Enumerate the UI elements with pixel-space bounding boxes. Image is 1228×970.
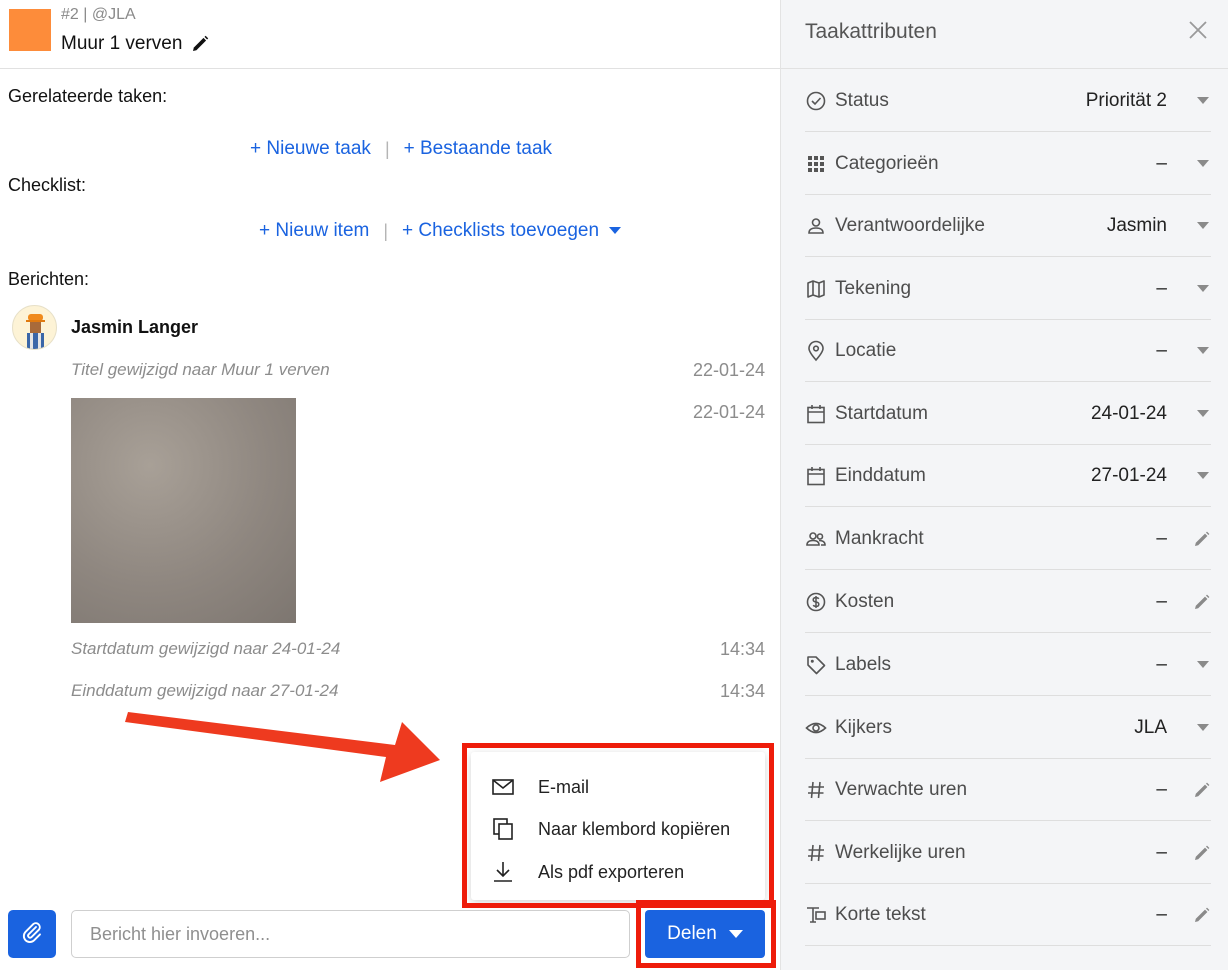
attr-label: Verantwoordelijke xyxy=(835,214,985,236)
hash-icon xyxy=(805,779,827,801)
chevron-down-icon xyxy=(1197,472,1209,479)
attr-value: – xyxy=(1156,590,1167,612)
attr-value: – xyxy=(1156,527,1167,549)
attr-label: Werkelijke uren xyxy=(835,841,966,863)
attr-value: Priorität 2 xyxy=(1085,89,1167,111)
attr-value: Jasmin xyxy=(1106,214,1167,236)
attr-expected-hours[interactable]: Verwachte uren – xyxy=(805,759,1211,821)
attr-value: 24-01-24 xyxy=(1090,402,1167,424)
pencil-icon[interactable] xyxy=(1193,844,1211,862)
attr-actual-hours[interactable]: Werkelijke uren – xyxy=(805,822,1211,884)
divider xyxy=(781,68,1228,69)
calendar-icon xyxy=(805,465,827,487)
location-pin-icon xyxy=(805,340,827,362)
attr-labels[interactable]: Labels – xyxy=(805,634,1211,696)
menu-highlight-box xyxy=(462,743,774,908)
chevron-down-icon xyxy=(1197,97,1209,104)
attr-watchers[interactable]: Kijkers JLA xyxy=(805,697,1211,759)
calendar-icon xyxy=(805,403,827,425)
attr-value: – xyxy=(1156,277,1167,299)
attr-value: – xyxy=(1156,903,1167,925)
chevron-down-icon xyxy=(1197,661,1209,668)
pencil-icon[interactable] xyxy=(1193,593,1211,611)
task-attributes-panel: Taakattributen Status Priorität 2 Catego… xyxy=(780,0,1228,970)
attr-label: Kijkers xyxy=(835,716,893,738)
attr-end-date[interactable]: Einddatum 27-01-24 xyxy=(805,445,1211,507)
task-main-pane: #2 | @JLA Muur 1 verven Gerelateerde tak… xyxy=(0,0,780,970)
attr-label: Labels xyxy=(835,653,891,675)
text-field-icon xyxy=(805,904,827,926)
pencil-icon[interactable] xyxy=(1193,906,1211,924)
attr-label: Verwachte uren xyxy=(835,778,968,800)
attr-value: 27-01-24 xyxy=(1090,464,1167,486)
map-icon xyxy=(805,278,827,300)
attr-manpower[interactable]: Mankracht – xyxy=(805,508,1211,570)
people-icon xyxy=(805,528,827,550)
tag-icon xyxy=(805,654,827,676)
hash-icon xyxy=(805,842,827,864)
attr-label: Mankracht xyxy=(835,527,924,549)
panel-title: Taakattributen xyxy=(805,20,937,43)
pencil-icon[interactable] xyxy=(1193,781,1211,799)
attr-label: Tekening xyxy=(835,277,912,299)
attr-responsible[interactable]: Verantwoordelijke Jasmin xyxy=(805,195,1211,257)
attr-label: Categorieën xyxy=(835,152,939,174)
share-highlight-box xyxy=(636,900,776,968)
attr-label: Korte tekst xyxy=(835,903,926,925)
eye-icon xyxy=(805,717,827,739)
attr-short-text[interactable]: Korte tekst – xyxy=(805,884,1211,946)
message-input[interactable] xyxy=(71,910,630,958)
attr-label: Locatie xyxy=(835,339,897,361)
attr-drawing[interactable]: Tekening – xyxy=(805,258,1211,320)
attr-value: – xyxy=(1156,152,1167,174)
dollar-circle-icon xyxy=(805,591,827,613)
attr-value: JLA xyxy=(1134,716,1167,738)
attr-label: Einddatum xyxy=(835,464,926,486)
attr-value: – xyxy=(1156,653,1167,675)
chevron-down-icon xyxy=(1197,285,1209,292)
chevron-down-icon xyxy=(1197,160,1209,167)
chevron-down-icon xyxy=(1197,347,1209,354)
attr-location[interactable]: Locatie – xyxy=(805,320,1211,382)
attr-categories[interactable]: Categorieën – xyxy=(805,133,1211,195)
chevron-down-icon xyxy=(1197,410,1209,417)
grid-icon xyxy=(805,153,827,175)
pencil-icon[interactable] xyxy=(1193,530,1211,548)
attr-value: – xyxy=(1156,841,1167,863)
person-icon xyxy=(805,215,827,237)
attr-value: – xyxy=(1156,339,1167,361)
attr-start-date[interactable]: Startdatum 24-01-24 xyxy=(805,383,1211,445)
chevron-down-icon xyxy=(1197,724,1209,731)
paperclip-icon xyxy=(20,920,44,949)
close-icon[interactable] xyxy=(1186,18,1210,42)
attr-costs[interactable]: Kosten – xyxy=(805,571,1211,633)
task-detail-app: #2 | @JLA Muur 1 verven Gerelateerde tak… xyxy=(0,0,1228,970)
attach-button[interactable] xyxy=(8,910,56,958)
attr-label: Kosten xyxy=(835,590,895,612)
attr-label: Startdatum xyxy=(835,402,928,424)
attr-value: – xyxy=(1156,778,1167,800)
attr-status[interactable]: Status Priorität 2 xyxy=(805,70,1211,132)
chevron-down-icon xyxy=(1197,222,1209,229)
check-circle-icon xyxy=(805,90,827,112)
attr-label: Status xyxy=(835,89,889,111)
